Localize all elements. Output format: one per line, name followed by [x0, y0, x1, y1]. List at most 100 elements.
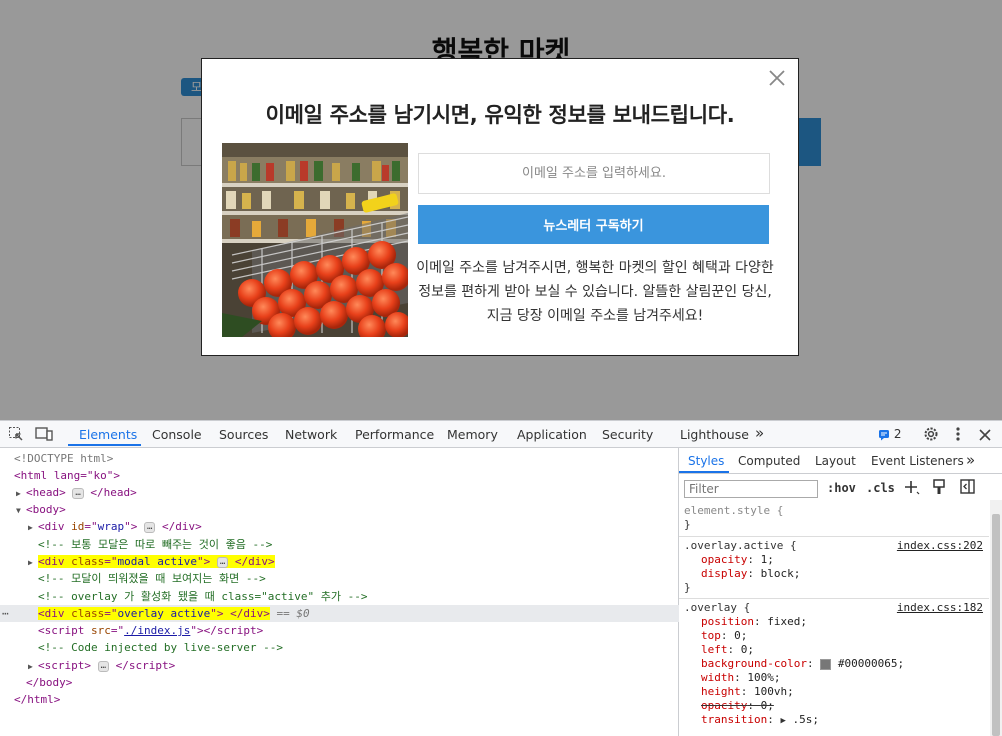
- dom-div-modal[interactable]: ▶ <div class="modal active"> … </div>: [0, 553, 706, 570]
- styles-filter-input[interactable]: [684, 480, 818, 498]
- tab-memory[interactable]: Memory: [447, 427, 498, 442]
- html-close-tag: </html>: [14, 693, 61, 706]
- expand-triangle-icon[interactable]: ▶: [16, 485, 26, 502]
- dom-head[interactable]: ▶ <head> … </head>: [0, 484, 694, 501]
- rule-overlay-active-selector[interactable]: .overlay.active {: [684, 539, 797, 553]
- expand-triangle-icon[interactable]: ▶: [28, 554, 38, 571]
- scrollbar-thumb[interactable]: [992, 514, 1000, 736]
- newsletter-modal: 이메일 주소를 남기시면, 유익한 정보를 보내드립니다. 이메일 주소를 입력…: [201, 58, 799, 356]
- css-declaration[interactable]: position: fixed;: [701, 615, 807, 629]
- css-property: opacity: [701, 699, 748, 712]
- dom-doctype[interactable]: <!DOCTYPE html>: [0, 450, 692, 467]
- comment-text: <!-- 보통 모달은 따로 빼주는 것이 좋음 -->: [38, 538, 273, 551]
- dom-comment[interactable]: <!-- 모달이 띄워졌을 때 보여지는 화면 -->: [0, 570, 716, 587]
- collapsed-dots[interactable]: …: [216, 556, 229, 568]
- tab-security[interactable]: Security: [602, 427, 653, 442]
- head-close-tag: head: [103, 486, 131, 499]
- tab-event-listeners[interactable]: Event Listeners: [871, 454, 964, 468]
- css-property: opacity: [701, 553, 748, 566]
- more-styles-tabs-icon[interactable]: »: [966, 451, 975, 469]
- active-styles-tab-indicator: [679, 471, 729, 473]
- kebab-menu-icon[interactable]: [953, 425, 963, 446]
- tab-styles[interactable]: Styles: [688, 454, 724, 468]
- paint-brush-icon[interactable]: [932, 479, 946, 498]
- css-value: fixed;: [767, 615, 807, 628]
- tab-console[interactable]: Console: [152, 427, 202, 442]
- tab-sources[interactable]: Sources: [219, 427, 268, 442]
- css-declaration[interactable]: display: block;: [701, 567, 800, 581]
- close-icon[interactable]: [766, 67, 788, 89]
- collapsed-dots[interactable]: …: [97, 660, 110, 672]
- collapsed-dots[interactable]: …: [144, 521, 156, 533]
- element-style-selector[interactable]: element.style {: [684, 504, 783, 518]
- dom-comment[interactable]: <!-- overlay 가 활성화 됐을 때 class="active" 추…: [0, 588, 716, 605]
- dom-comment[interactable]: <!-- Code injected by live-server -->: [0, 639, 716, 656]
- settings-gear-icon[interactable]: [922, 425, 940, 446]
- expand-triangle-icon[interactable]: ▶: [780, 716, 785, 726]
- styles-pane: Styles Computed Layout Event Listeners »…: [679, 448, 1002, 736]
- modal-heading: 이메일 주소를 남기시면, 유익한 정보를 보내드립니다.: [265, 103, 735, 127]
- css-declaration[interactable]: left: 0;: [701, 643, 754, 657]
- css-property: left: [701, 643, 728, 656]
- tab-lighthouse[interactable]: Lighthouse: [680, 427, 749, 442]
- comment-text: <!-- Code injected by live-server -->: [38, 641, 284, 654]
- dom-div-overlay-selected[interactable]: ⋯ <div class="overlay active"> </div> ==…: [0, 605, 716, 622]
- comment-text: <!-- overlay 가 활성화 됐을 때 class="active" 추…: [38, 590, 368, 603]
- css-property: position: [701, 615, 754, 628]
- styles-tabbar: Styles Computed Layout Event Listeners »: [679, 448, 1002, 474]
- css-declaration[interactable]: width: 100%;: [701, 671, 781, 685]
- expand-triangle-icon[interactable]: ▶: [28, 519, 38, 536]
- source-link[interactable]: index.css:202: [897, 539, 983, 552]
- new-rule-icon[interactable]: [904, 478, 920, 499]
- css-value: 100vh;: [754, 685, 794, 698]
- color-swatch[interactable]: [820, 658, 832, 670]
- source-link[interactable]: index.css:182: [897, 601, 983, 614]
- css-declaration[interactable]: height: 100vh;: [701, 685, 794, 699]
- script-src-link[interactable]: ./index.js: [124, 624, 190, 637]
- tab-application[interactable]: Application: [517, 427, 587, 442]
- tab-elements[interactable]: Elements: [79, 427, 137, 442]
- dom-div-wrap[interactable]: ▶ <div id="wrap"> … </div>: [0, 518, 706, 535]
- rule-overlay-selector[interactable]: .overlay {: [684, 601, 750, 615]
- collapsed-dots[interactable]: …: [72, 487, 84, 499]
- row-menu-dots[interactable]: ⋯: [2, 605, 9, 622]
- class-toggle[interactable]: .cls: [866, 481, 895, 495]
- issues-count: 2: [893, 427, 902, 441]
- toggle-sidebar-icon[interactable]: [960, 479, 975, 497]
- dom-script-collapsed[interactable]: ▶ <script> … </script>: [0, 657, 706, 674]
- css-value: block;: [760, 567, 801, 580]
- tab-network[interactable]: Network: [285, 427, 337, 442]
- inspect-element-icon[interactable]: [8, 426, 24, 442]
- body-tag: body: [32, 503, 60, 516]
- dom-body-close[interactable]: </body>: [0, 674, 704, 691]
- more-tabs-icon[interactable]: »: [755, 424, 764, 442]
- css-property: width: [701, 671, 735, 684]
- css-value: #00000065;: [837, 657, 905, 670]
- hover-state-toggle[interactable]: :hov: [827, 481, 856, 495]
- expand-triangle-icon[interactable]: ▶: [28, 658, 38, 675]
- tab-computed[interactable]: Computed: [738, 454, 800, 468]
- css-declaration[interactable]: top: 0;: [701, 629, 747, 643]
- close-devtools-icon[interactable]: [977, 425, 993, 446]
- css-declaration[interactable]: background-color: #00000065;: [701, 657, 904, 671]
- devtools-panel: Elements Console Sources Network Perform…: [0, 420, 1002, 736]
- collapse-triangle-icon[interactable]: ▼: [16, 502, 26, 519]
- dom-html-close[interactable]: </html>: [0, 691, 692, 708]
- css-property: display: [701, 567, 748, 580]
- css-declaration[interactable]: transition: ▶ .5s;: [701, 713, 819, 727]
- email-field[interactable]: [418, 153, 770, 194]
- styles-scrollbar[interactable]: [990, 500, 1002, 736]
- tab-performance[interactable]: Performance: [355, 427, 434, 442]
- issues-badge[interactable]: 2: [878, 427, 901, 441]
- dom-comment[interactable]: <!-- 보통 모달은 따로 빼주는 것이 좋음 -->: [0, 536, 716, 553]
- modal-description: 이메일 주소를 남겨주시면, 행복한 마켓의 할인 혜택과 다양한 정보를 편하…: [416, 260, 774, 324]
- subscribe-button[interactable]: 뉴스레터 구독하기: [418, 205, 769, 244]
- css-declaration[interactable]: opacity: 1;: [701, 553, 774, 567]
- css-value: .5s;: [792, 713, 820, 726]
- css-declaration-overridden[interactable]: opacity: 0;: [701, 699, 774, 713]
- dom-html-open[interactable]: <html lang="ko">: [0, 467, 692, 484]
- tab-layout[interactable]: Layout: [815, 454, 856, 468]
- dom-body-open[interactable]: ▼ <body>: [0, 501, 694, 518]
- dom-script-index[interactable]: <script src="./index.js"></script>: [0, 622, 716, 639]
- device-toolbar-icon[interactable]: [35, 426, 53, 442]
